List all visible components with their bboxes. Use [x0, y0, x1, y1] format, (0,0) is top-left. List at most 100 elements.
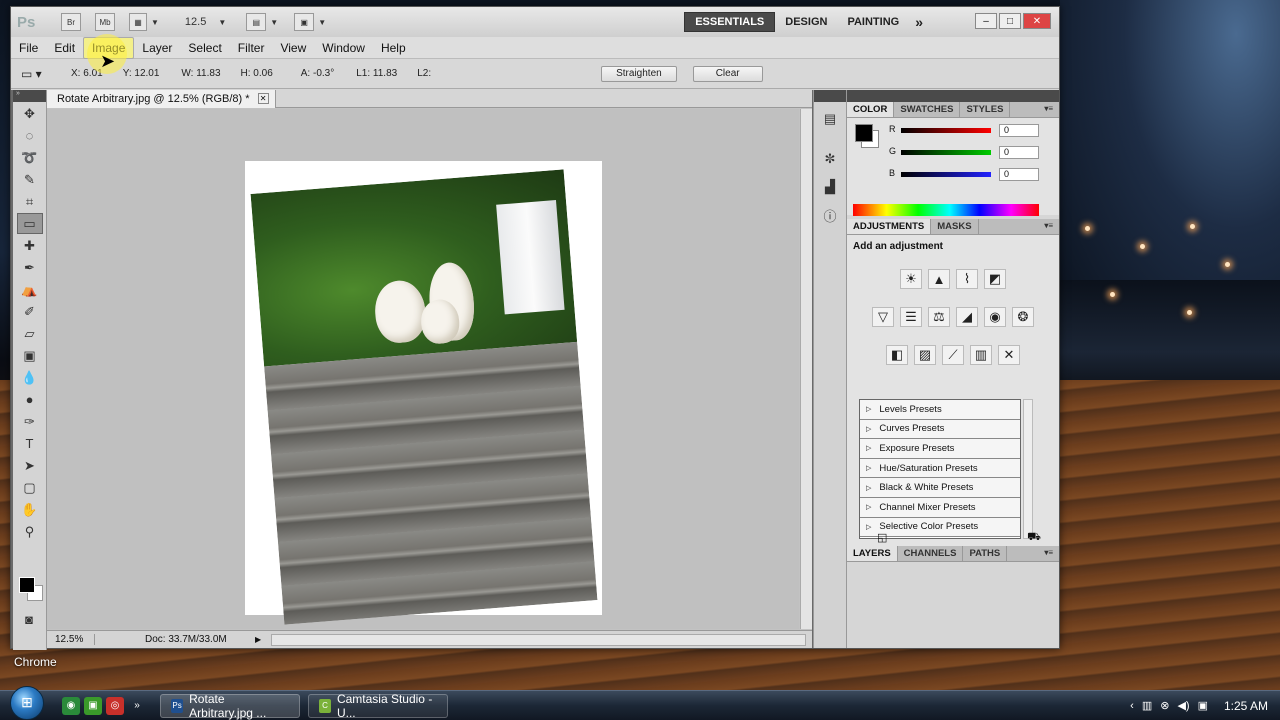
color-balance-icon[interactable]: ⚖ — [928, 307, 950, 327]
quick-launch-app-icon[interactable]: ◉ — [62, 696, 80, 715]
levels-icon[interactable]: ▲ — [928, 269, 950, 289]
quick-selection-tool-icon[interactable]: ✎ — [17, 169, 43, 190]
document-image[interactable] — [245, 161, 602, 625]
tab-color[interactable]: COLOR — [847, 102, 895, 117]
zoom-tool-icon[interactable]: ⚲ — [17, 521, 43, 542]
camera-icon[interactable]: ▣ — [1198, 699, 1208, 712]
healing-brush-tool-icon[interactable]: ✚ — [17, 235, 43, 256]
canvas-area[interactable] — [47, 109, 799, 629]
curves-icon[interactable]: ⌇ — [956, 269, 978, 289]
move-tool-icon[interactable]: ✥ — [17, 103, 43, 124]
preset-levels[interactable]: ▷ Levels Presets — [860, 400, 1020, 420]
start-button[interactable]: ⊞ — [10, 685, 44, 720]
history-panel-icon[interactable]: ▤ — [819, 108, 841, 130]
navigator-panel-icon[interactable]: ✼ — [819, 148, 841, 170]
clip-to-layer-icon[interactable]: ◱ — [877, 531, 887, 547]
network-icon[interactable]: ▥ — [1142, 699, 1152, 712]
tab-swatches[interactable]: SWATCHES — [894, 102, 961, 117]
tab-masks[interactable]: MASKS — [931, 219, 979, 234]
horizontal-scrollbar[interactable] — [271, 633, 806, 646]
workspace-essentials[interactable]: ESSENTIALS — [684, 12, 776, 32]
workspace-design[interactable]: DESIGN — [775, 13, 837, 31]
ruler-tool-icon[interactable]: ▭ — [16, 213, 43, 234]
blue-value-field[interactable]: 0 — [999, 168, 1039, 181]
tab-styles[interactable]: STYLES — [960, 102, 1011, 117]
panel-menu-icon[interactable]: ▾≡ — [1038, 546, 1059, 561]
chevron-down-icon[interactable]: ▼ — [151, 18, 159, 27]
desktop-icon-label[interactable]: Chrome — [14, 655, 57, 669]
preset-black-white[interactable]: ▷ Black & White Presets — [860, 478, 1020, 498]
chevron-down-icon[interactable]: ▼ — [318, 18, 326, 27]
tab-channels[interactable]: CHANNELS — [898, 546, 964, 561]
blur-tool-icon[interactable]: 💧 — [17, 367, 43, 388]
taskbar-item-camtasia[interactable]: C Camtasia Studio - U... — [308, 692, 448, 720]
info-panel-icon[interactable]: ⓘ — [819, 204, 841, 226]
arrange-documents-button[interactable]: ▤ — [246, 13, 267, 31]
taskbar-item-photoshop[interactable]: Ps Rotate Arbitrary.jpg ... — [160, 692, 300, 720]
black-white-icon[interactable]: ◢ — [956, 307, 978, 327]
history-brush-tool-icon[interactable]: ✐ — [17, 301, 43, 322]
panel-menu-icon[interactable]: ▾≡ — [1038, 219, 1059, 234]
preset-curves[interactable]: ▷ Curves Presets — [860, 419, 1020, 440]
pen-tool-icon[interactable]: ✑ — [17, 411, 43, 432]
panel-menu-icon[interactable]: ▾≡ — [1038, 102, 1059, 117]
red-slider[interactable] — [901, 128, 991, 133]
posterize-icon[interactable]: ▨ — [914, 345, 936, 365]
launch-bridge-button[interactable]: Br — [61, 13, 81, 31]
clear-button[interactable]: Clear — [692, 65, 763, 82]
threshold-icon[interactable]: ⟋ — [942, 345, 964, 365]
minimize-button[interactable]: – — [975, 13, 997, 29]
gradient-map-icon[interactable]: ▥ — [970, 345, 992, 365]
volume-icon[interactable]: ◀) — [1177, 699, 1189, 712]
menu-file[interactable]: File — [11, 38, 46, 58]
dodge-tool-icon[interactable]: ● — [17, 389, 43, 410]
crop-tool-icon[interactable]: ⌗ — [17, 191, 43, 212]
collapse-tools-icon[interactable]: » — [13, 90, 46, 102]
status-menu-arrow-icon[interactable]: ▶ — [255, 635, 261, 644]
collapse-dock-icon[interactable] — [814, 90, 846, 102]
menu-window[interactable]: Window — [314, 38, 373, 58]
tab-layers[interactable]: LAYERS — [847, 546, 898, 561]
path-selection-tool-icon[interactable]: ➤ — [17, 455, 43, 476]
histogram-panel-icon[interactable]: ▟ — [819, 176, 841, 198]
close-icon[interactable]: ✕ — [257, 93, 269, 104]
status-zoom-level[interactable]: 12.5% — [47, 634, 95, 645]
preset-channel-mixer[interactable]: ▷ Channel Mixer Presets — [860, 497, 1020, 518]
tab-paths[interactable]: PATHS — [963, 546, 1008, 561]
workspace-painting[interactable]: PAINTING — [837, 13, 909, 31]
view-extras-button[interactable]: ▦ — [129, 13, 147, 31]
exposure-icon[interactable]: ◩ — [984, 269, 1006, 289]
foreground-color-swatch[interactable] — [19, 577, 35, 593]
warning-icon[interactable]: ⊗ — [1160, 699, 1169, 712]
more-workspaces-icon[interactable]: » — [909, 14, 929, 30]
clock[interactable]: 1:25 AM — [1224, 699, 1268, 713]
gradient-tool-icon[interactable]: ▣ — [17, 345, 43, 366]
menu-help[interactable]: Help — [373, 38, 414, 58]
maximize-button[interactable]: □ — [999, 13, 1021, 29]
tray-expand-icon[interactable]: ‹ — [1130, 700, 1134, 712]
hand-tool-icon[interactable]: ✋ — [17, 499, 43, 520]
chevron-down-icon[interactable]: ▼ — [270, 18, 278, 27]
document-size-info[interactable]: Doc: 33.7M/33.0M — [145, 634, 255, 645]
quick-launch-more-icon[interactable]: » — [128, 697, 146, 715]
ruler-tool-icon[interactable]: ▭ ▾ — [21, 67, 55, 81]
collapse-panels-icon[interactable] — [847, 90, 1059, 102]
screen-mode-button[interactable]: ▣ — [294, 13, 315, 31]
green-value-field[interactable]: 0 — [999, 146, 1039, 159]
brightness-contrast-icon[interactable]: ☀ — [900, 269, 922, 289]
menu-view[interactable]: View — [272, 38, 314, 58]
brush-tool-icon[interactable]: ✒ — [17, 257, 43, 278]
type-tool-icon[interactable]: T — [17, 433, 43, 454]
color-spectrum-ramp[interactable] — [853, 204, 1039, 216]
lasso-tool-icon[interactable]: ➰ — [17, 147, 43, 168]
green-slider[interactable] — [901, 150, 991, 155]
close-button[interactable]: ✕ — [1023, 13, 1051, 29]
clone-stamp-tool-icon[interactable]: ⛺ — [17, 279, 43, 300]
channel-mixer-icon[interactable]: ❂ — [1012, 307, 1034, 327]
presets-scrollbar[interactable] — [1023, 399, 1033, 539]
vertical-scrollbar[interactable] — [800, 109, 812, 629]
vibrance-icon[interactable]: ▽ — [872, 307, 894, 327]
menu-edit[interactable]: Edit — [46, 38, 83, 58]
launch-mini-bridge-button[interactable]: Mb — [95, 13, 115, 31]
quick-mask-icon[interactable]: ◙ — [16, 609, 42, 630]
